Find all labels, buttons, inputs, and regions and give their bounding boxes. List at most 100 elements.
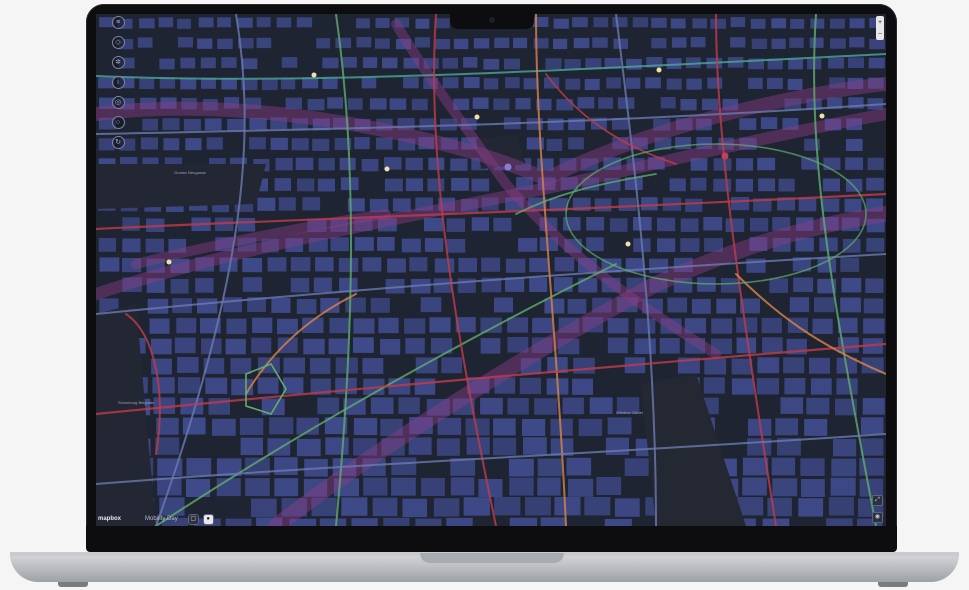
building-block	[690, 177, 707, 191]
building-block	[626, 58, 642, 70]
building-block	[378, 317, 399, 334]
building-block	[420, 297, 442, 313]
search-icon[interactable]: ○	[111, 116, 125, 129]
building-block	[382, 57, 398, 69]
transit-marker-red[interactable]	[721, 152, 729, 160]
expand-icon[interactable]: ⤢	[872, 495, 883, 506]
building-block	[312, 138, 330, 151]
building-block	[713, 178, 732, 192]
info-icon[interactable]: i	[111, 76, 125, 89]
settings-icon[interactable]: ✲	[111, 56, 125, 69]
building-block	[849, 37, 865, 48]
building-block	[836, 378, 858, 395]
poi-marker[interactable]	[166, 259, 172, 265]
building-block	[252, 317, 273, 333]
building-block	[593, 17, 609, 28]
building-block	[404, 318, 426, 334]
camera-mode-icon[interactable]: ▢	[187, 513, 199, 525]
building-block	[607, 337, 628, 354]
building-block	[318, 158, 335, 171]
poi-marker[interactable]	[474, 114, 480, 120]
building-block	[841, 277, 862, 293]
building-block	[493, 217, 512, 232]
building-block	[869, 38, 885, 50]
building-block	[758, 178, 776, 192]
building-block	[671, 37, 687, 48]
building-block	[775, 418, 799, 436]
building-block	[634, 338, 656, 354]
record-icon[interactable]: ●	[202, 513, 214, 525]
building-block	[471, 217, 489, 231]
building-block	[221, 78, 237, 90]
building-block	[401, 238, 421, 253]
building-block	[249, 117, 267, 130]
transit-marker[interactable]	[504, 163, 512, 171]
building-block	[309, 358, 331, 374]
location-icon[interactable]: ◎	[111, 96, 125, 109]
building-block	[446, 238, 466, 253]
building-block	[342, 57, 357, 68]
building-block	[483, 78, 499, 90]
screenshot-icon[interactable]: ◉	[872, 512, 883, 523]
building-block	[830, 18, 845, 29]
poi-marker[interactable]	[656, 67, 662, 73]
building-block	[335, 37, 352, 49]
building-block	[573, 357, 595, 374]
building-block	[197, 38, 213, 49]
building-block	[632, 17, 649, 28]
building-block	[290, 277, 310, 293]
building-block	[278, 197, 296, 211]
building-block	[691, 298, 711, 314]
building-block	[274, 457, 298, 475]
building-block	[790, 18, 805, 29]
map-screen[interactable]: Grosse Neugasse Schonburg Belgrade Wiedn…	[96, 14, 886, 526]
building-block	[651, 38, 667, 49]
building-block	[303, 338, 325, 355]
building-block	[370, 297, 390, 313]
building-block	[225, 338, 246, 355]
building-block	[177, 377, 201, 394]
building-block	[493, 437, 517, 456]
building-block	[703, 217, 723, 231]
poi-marker[interactable]	[384, 166, 390, 172]
poi-marker[interactable]	[819, 113, 825, 119]
building-block	[866, 177, 884, 191]
building-block	[731, 358, 753, 375]
building-block	[186, 458, 212, 476]
compass-icon[interactable]: ◇	[111, 36, 125, 49]
building-block	[680, 218, 699, 232]
building-block	[609, 218, 628, 232]
zoom-out-button[interactable]: −	[878, 31, 882, 38]
map-canvas[interactable]: Grosse Neugasse Schonburg Belgrade Wiedn…	[96, 14, 886, 526]
building-block	[442, 57, 458, 69]
building-block	[584, 78, 600, 90]
zoom-in-button[interactable]: +	[878, 19, 882, 26]
building-block	[771, 18, 787, 29]
building-block	[122, 238, 141, 253]
building-block	[458, 257, 477, 273]
building-block	[363, 477, 388, 496]
building-block	[275, 158, 293, 171]
building-block	[809, 357, 830, 374]
building-block	[760, 117, 778, 129]
layers-icon[interactable]: ≡	[111, 16, 125, 29]
building-block	[290, 257, 311, 272]
building-block	[411, 98, 428, 111]
building-block	[217, 38, 233, 49]
building-block	[277, 337, 298, 354]
building-block	[391, 457, 417, 476]
building-block	[515, 98, 531, 110]
share-icon[interactable]: ↻	[111, 136, 125, 149]
building-block	[174, 337, 196, 354]
building-block	[142, 118, 158, 131]
building-block	[577, 97, 595, 109]
building-block	[216, 478, 241, 497]
poi-marker[interactable]	[625, 241, 631, 247]
building-block	[450, 158, 468, 171]
building-block	[377, 237, 395, 251]
poi-marker[interactable]	[311, 72, 317, 78]
building-block	[296, 17, 313, 28]
left-toolbar: ≡ ◇ ✲ i ◎ ○ ↻	[110, 14, 126, 149]
building-block	[523, 437, 547, 455]
building-block	[267, 257, 287, 272]
